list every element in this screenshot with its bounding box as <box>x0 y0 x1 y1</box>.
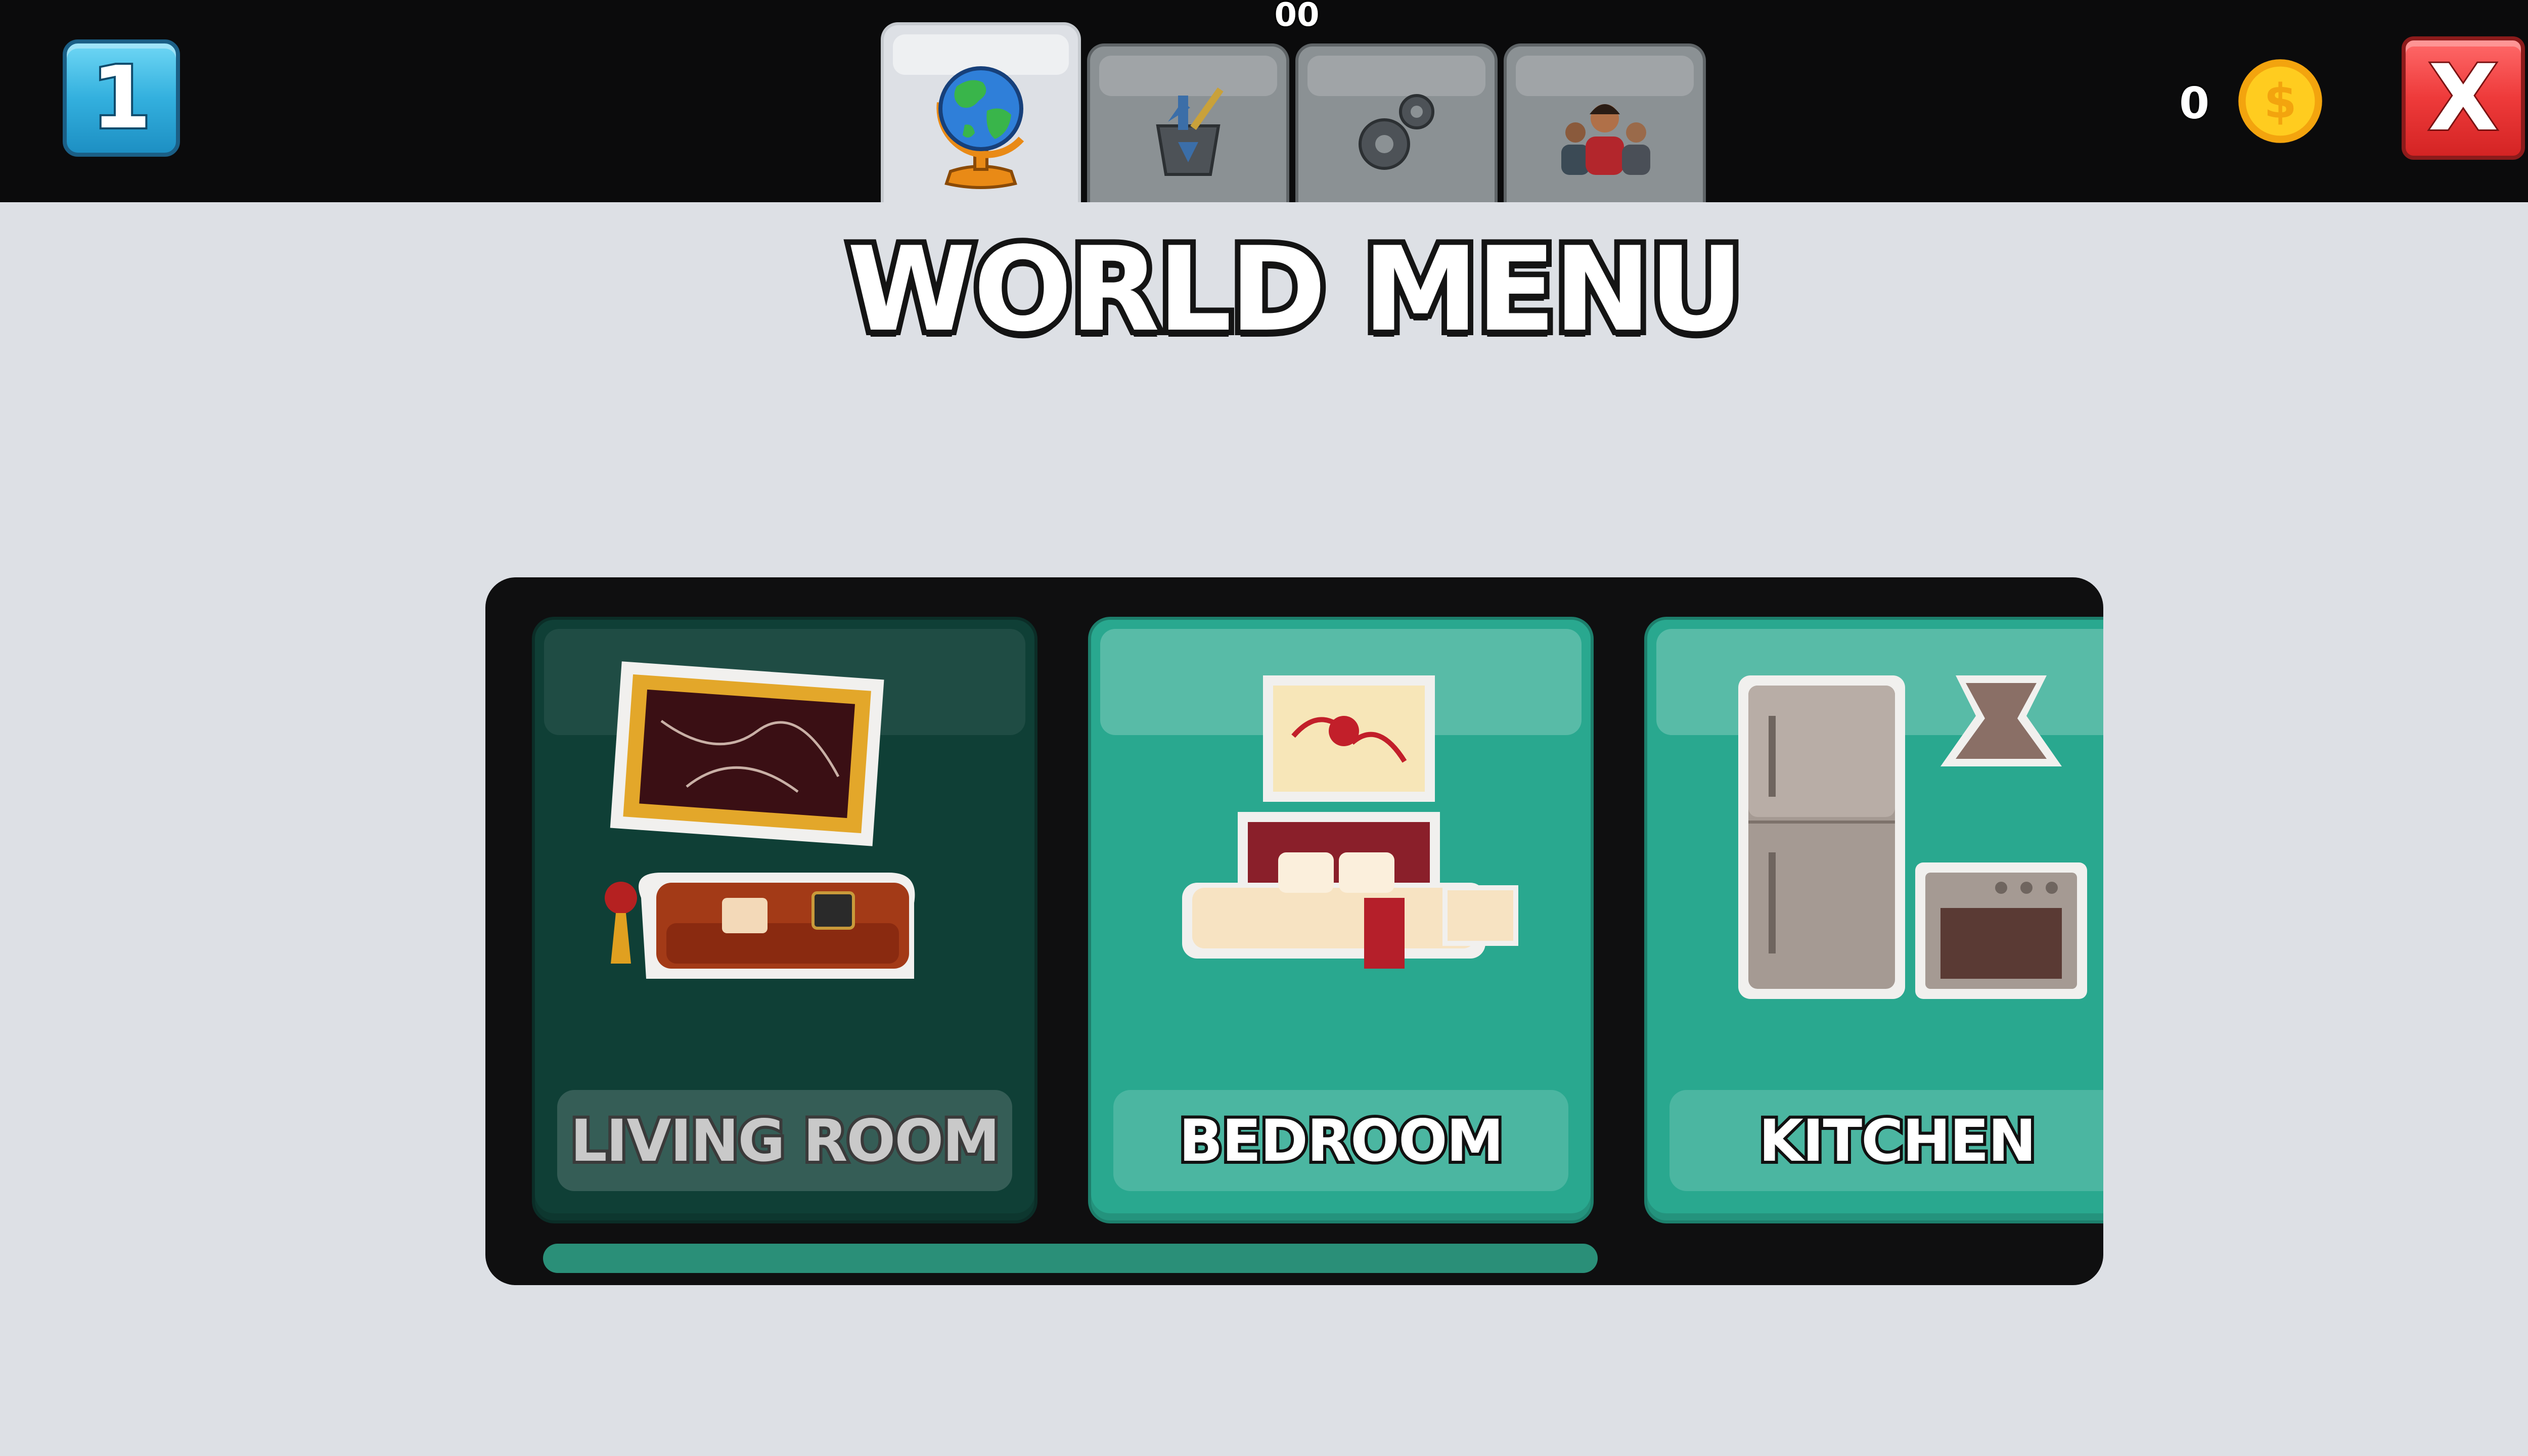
room-card-kitchen[interactable]: KITCHEN <box>1644 617 2103 1223</box>
close-button[interactable]: X <box>2402 36 2525 160</box>
bedroom-icon <box>1182 675 1518 969</box>
tab-characters[interactable] <box>1504 43 1706 202</box>
coin-count: 0 <box>2178 77 2211 130</box>
room-panel: LIVING ROOM BEDROOM KITCHEN <box>485 577 2103 1285</box>
level-badge[interactable]: 1 <box>63 39 180 157</box>
page-title: WORLD MENU <box>841 217 1749 363</box>
coin-icon: $ <box>2238 59 2322 143</box>
tools-bucket-icon <box>1156 87 1224 176</box>
living-room-icon <box>605 661 915 979</box>
globe-icon <box>936 66 1024 189</box>
room-cards-viewport[interactable]: LIVING ROOM BEDROOM KITCHEN <box>532 617 2103 1223</box>
scrollbar-thumb[interactable] <box>543 1244 1598 1273</box>
svg-text:$: $ <box>2264 74 2296 129</box>
room-scrollbar[interactable] <box>543 1244 2050 1274</box>
people-icon <box>1561 104 1650 175</box>
top-counter: 00 <box>1273 0 1321 34</box>
tab-world[interactable] <box>881 22 1081 202</box>
tab-tools[interactable] <box>1087 43 1289 202</box>
room-label-plate: BEDROOM <box>1113 1090 1568 1191</box>
room-card-bedroom[interactable]: BEDROOM <box>1088 617 1594 1223</box>
room-card-living-room[interactable]: LIVING ROOM <box>532 617 1037 1223</box>
room-label: LIVING ROOM <box>567 1104 1003 1177</box>
gears-icon <box>1359 94 1434 170</box>
room-label-plate: LIVING ROOM <box>557 1090 1012 1191</box>
room-label: KITCHEN <box>1756 1104 2040 1177</box>
tab-settings[interactable] <box>1295 43 1498 202</box>
room-label-plate: KITCHEN <box>1669 1090 2103 1191</box>
top-bar: 1 00 0 $ X <box>0 0 2528 202</box>
kitchen-icon <box>1738 675 2087 999</box>
room-label: BEDROOM <box>1176 1104 1507 1177</box>
